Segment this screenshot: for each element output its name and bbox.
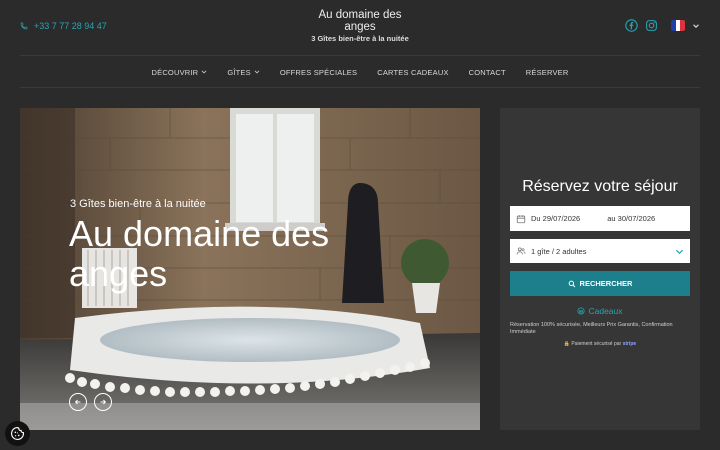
chevron-down-icon[interactable] [692,22,700,30]
guests-select[interactable]: 1 gîte / 2 adultes [510,239,690,263]
nav-item-gites[interactable]: GÎTES [227,68,260,77]
nav-label: DÉCOUVRIR [151,67,199,77]
nav-item-offres[interactable]: OFFRES SPÉCIALES [280,68,357,77]
arrow-left-icon [74,399,81,405]
arrow-right-icon [100,399,107,405]
fr-flag-icon[interactable] [671,20,685,31]
booking-panel: Réservez votre séjour Du 29/07/2026 au 3… [500,108,700,430]
nav-item-cartes-cadeaux[interactable]: CARTES CADEAUX [377,68,448,77]
nav-label: RÉSERVER [525,67,569,77]
users-icon [516,247,526,255]
date-to: au 30/07/2026 [607,214,656,223]
gift-icon [577,307,586,315]
hero-subtitle: 3 Gîtes bien-être à la nuitée [70,198,206,210]
secure-payment: 🔒 Paiement sécurisé par stripe [500,341,700,347]
payment-prefix: Paiement sécurisé par [571,341,622,347]
gift-link[interactable]: Cadeaux [500,306,700,316]
brand-subtitle: 3 Gîtes bien-être à la nuitée [311,34,409,43]
brand-title: Au domaine des anges [318,9,402,33]
instagram-icon[interactable] [645,19,658,32]
search-button[interactable]: RECHERCHER [510,271,690,296]
nav-item-decouvrir[interactable]: DÉCOUVRIR [152,68,208,77]
hero-title: Au domaine des anges [69,213,330,294]
slider-controls [69,393,112,411]
nav-label: OFFRES SPÉCIALES [279,67,358,77]
guests-value: 1 gîte / 2 adultes [531,246,587,256]
nav-item-reserver[interactable]: RÉSERVER [526,68,569,77]
social-links [625,19,700,32]
nav-label: GÎTES [227,67,251,77]
calendar-icon [516,214,526,223]
main-nav: DÉCOUVRIR GÎTES OFFRES SPÉCIALES CARTES … [0,60,720,84]
header-divider [20,55,700,56]
chevron-down-icon [201,70,207,74]
cookie-settings-button[interactable] [5,421,30,446]
chevron-down-icon [675,249,684,254]
lock-icon: 🔒 [563,341,571,347]
gift-label: Cadeaux [588,306,623,316]
date-from: Du 29/07/2026 [531,214,581,223]
nav-label: CONTACT [468,67,506,77]
slider-next-button[interactable] [94,393,112,411]
search-label: RECHERCHER [579,279,633,288]
cookie-icon [11,426,24,440]
facebook-icon[interactable] [625,19,638,32]
stripe-logo: stripe [622,341,637,347]
nav-divider [20,87,700,88]
chevron-down-icon [254,70,260,74]
slider-prev-button[interactable] [69,393,87,411]
search-icon [568,280,575,287]
date-range-field[interactable]: Du 29/07/2026 au 30/07/2026 [510,206,690,231]
nav-item-contact[interactable]: CONTACT [469,68,506,77]
nav-label: CARTES CADEAUX [377,67,449,77]
hero-slider: 3 Gîtes bien-être à la nuitée Au domaine… [20,108,480,430]
booking-title: Réservez votre séjour [522,178,678,195]
site-brand[interactable]: Au domaine des anges 3 Gîtes bien-être à… [0,9,720,43]
booking-guarantees: Réservation 100% sécurisée, Meilleurs Pr… [510,322,673,335]
